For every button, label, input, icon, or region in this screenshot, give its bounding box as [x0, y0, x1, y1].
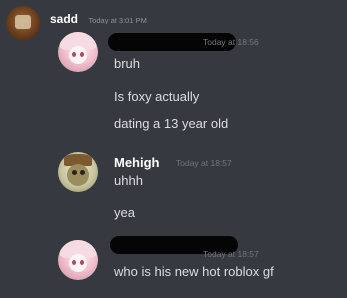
- attached-screenshot[interactable]: Today at 18:56 bruh Is foxy actually dat…: [44, 24, 347, 298]
- message-line: bruh: [114, 56, 141, 71]
- message-line: Is foxy actually: [114, 89, 200, 104]
- cartoon-avatar-icon[interactable]: [58, 152, 98, 192]
- avatar-image: [15, 15, 31, 29]
- anime-avatar-icon[interactable]: [58, 240, 98, 280]
- message-line: dating a 13 year old: [114, 116, 229, 131]
- avatar-icon[interactable]: [6, 6, 40, 40]
- timestamp: Today at 18:57: [203, 249, 259, 259]
- username[interactable]: Mehigh: [114, 155, 160, 170]
- timestamp: Today at 18:56: [203, 37, 259, 47]
- timestamp: Today at 18:57: [176, 158, 232, 168]
- anime-avatar-icon[interactable]: [58, 32, 98, 72]
- message-line: yea: [114, 205, 135, 220]
- message-line: uhhh: [114, 173, 143, 188]
- message-line: who is his new hot roblox gf: [114, 264, 274, 279]
